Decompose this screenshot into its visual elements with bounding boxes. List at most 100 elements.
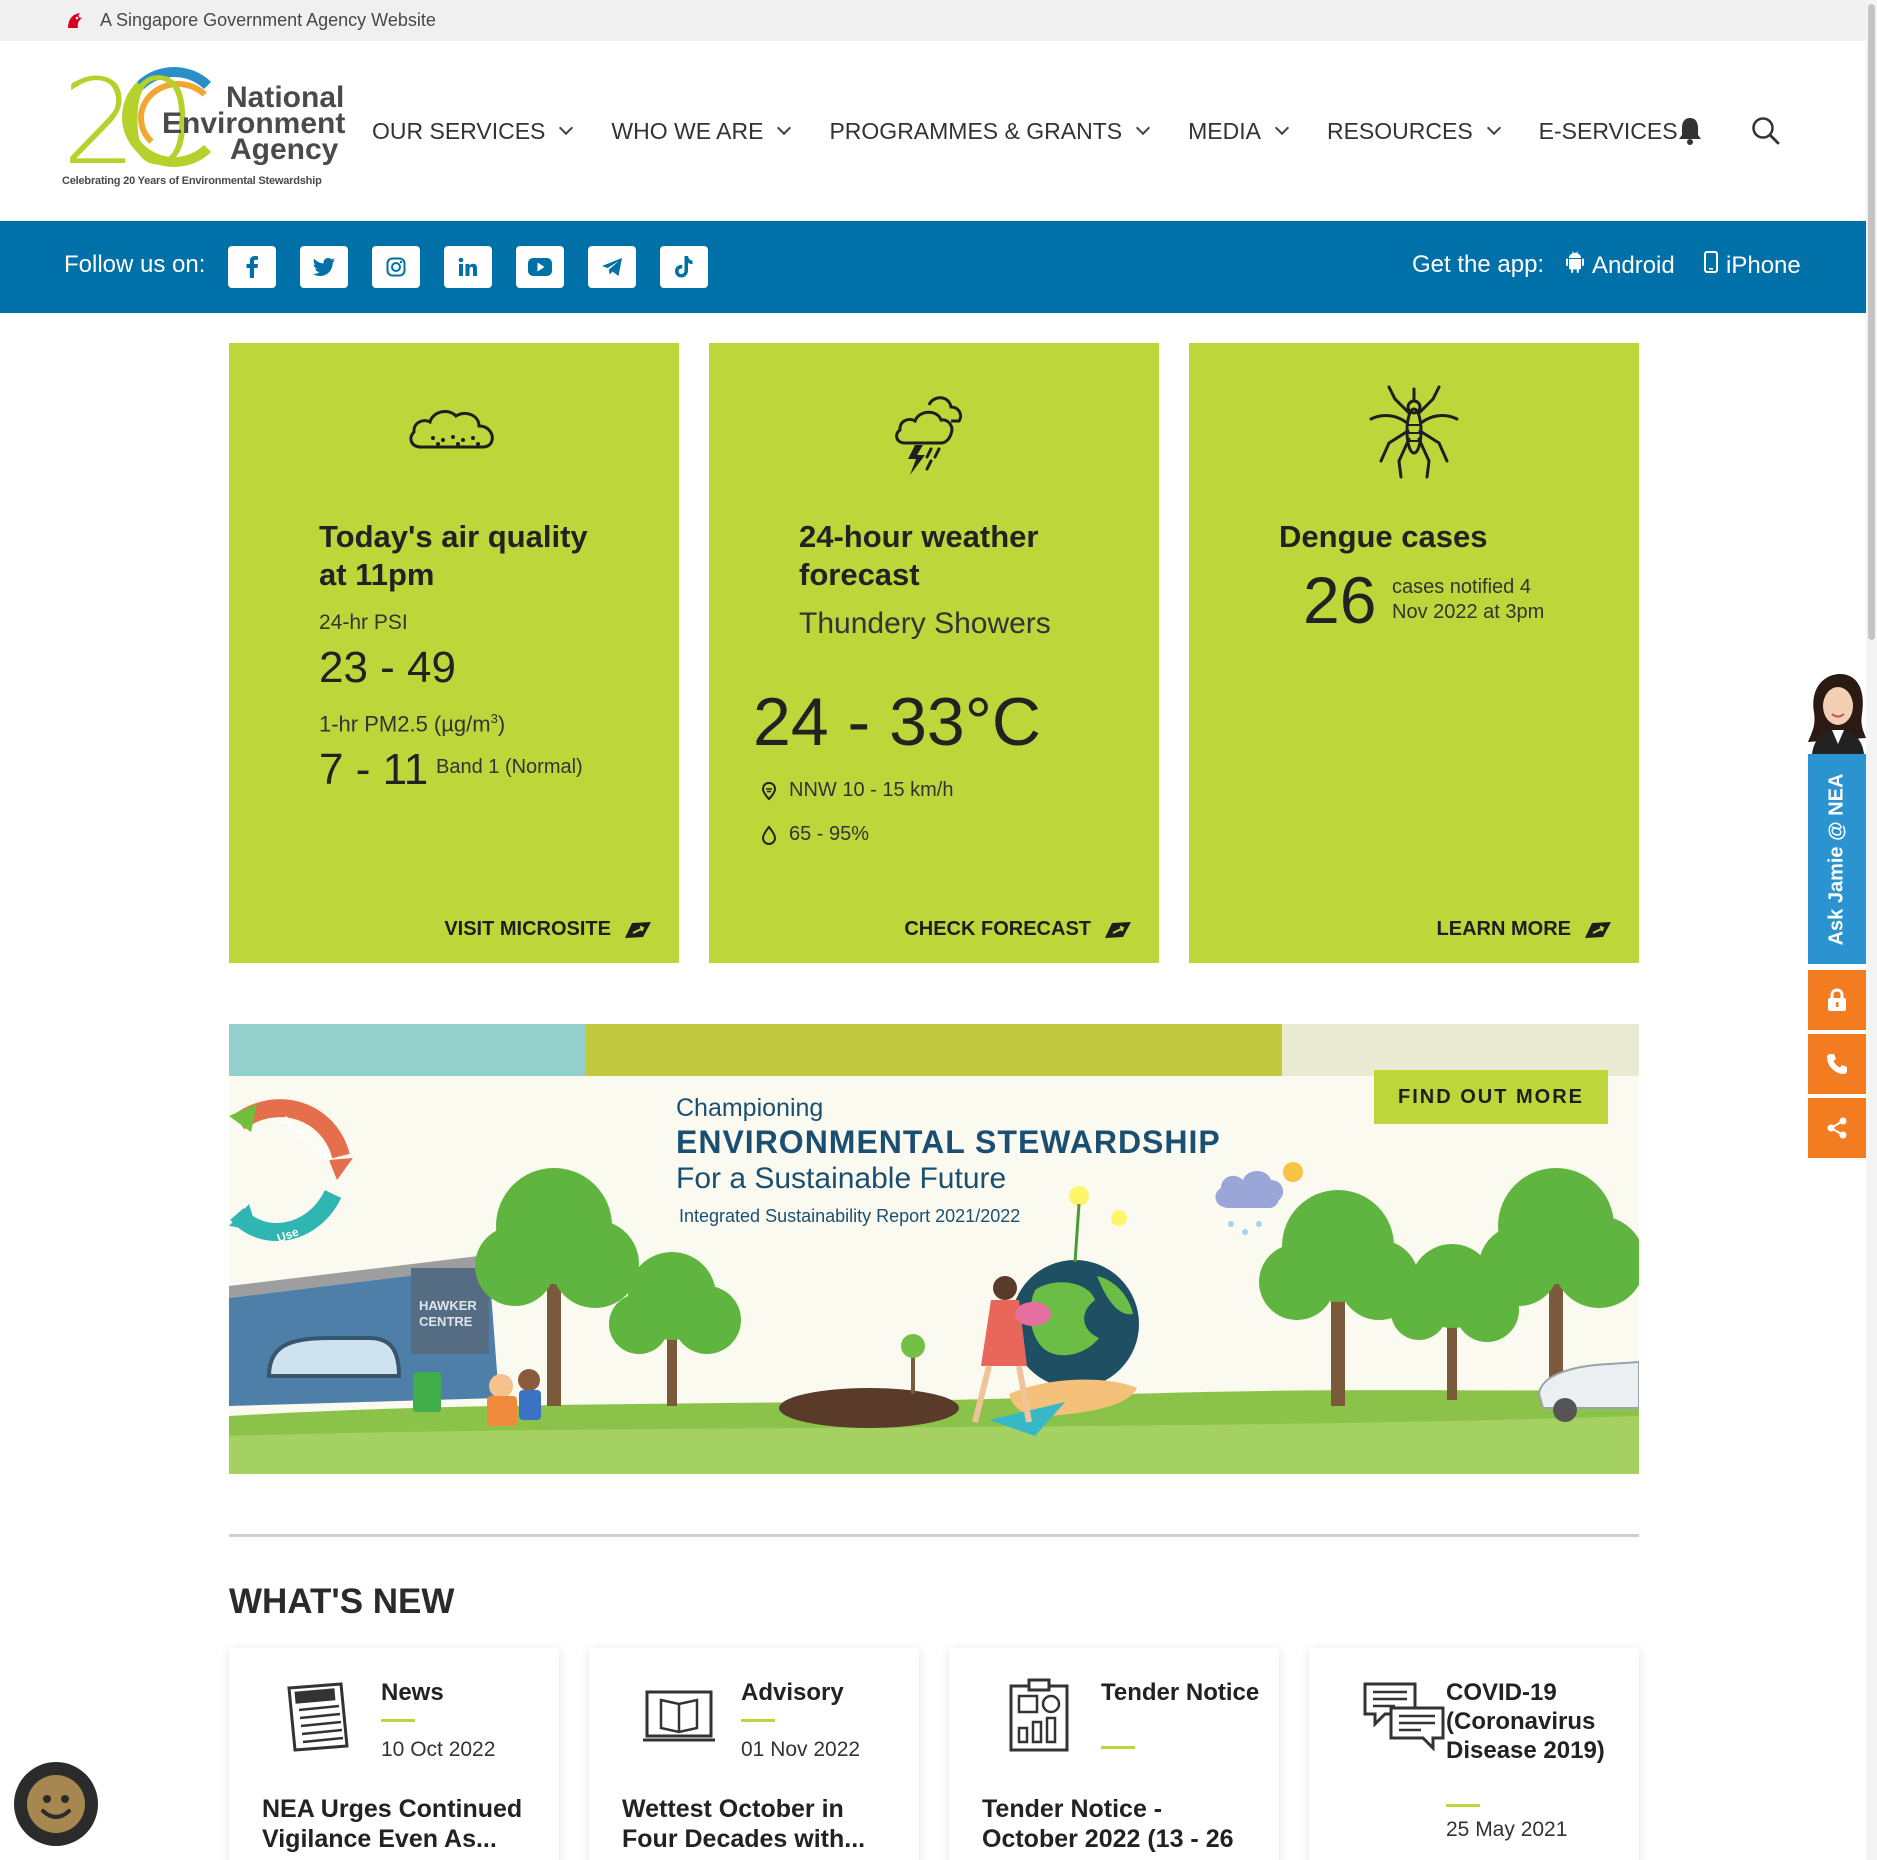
pm25-value: 7 - 11: [319, 745, 429, 794]
iphone-label: iPhone: [1726, 251, 1801, 279]
cta-label: VISIT MICROSITE: [444, 918, 611, 940]
ask-jamie-label: Ask Jamie @ NEA: [1825, 773, 1848, 945]
youtube-icon[interactable]: [516, 246, 564, 288]
nav-our-services[interactable]: OUR SERVICES: [372, 117, 574, 145]
nav-label: OUR SERVICES: [372, 117, 546, 144]
iphone-link[interactable]: iPhone: [1704, 251, 1801, 280]
news-category: COVID-19 (Coronavirus Disease 2019): [1446, 1679, 1605, 1764]
pm25-band: Band 1 (Normal): [436, 756, 583, 778]
air-quality-card: Today's air quality at 11pm 24-hr PSI 23…: [229, 343, 679, 963]
whats-new-heading: WHAT'S NEW: [229, 1582, 455, 1621]
ask-jamie-tab[interactable]: Ask Jamie @ NEA: [1808, 754, 1866, 964]
search-icon[interactable]: [1748, 113, 1784, 149]
chat-bubbles-icon: [1361, 1678, 1445, 1754]
wind-text: NNW 10 - 15 km/h: [789, 779, 954, 801]
phone-button[interactable]: [1808, 1034, 1866, 1094]
nea-logo[interactable]: 20 National Environment Agency Celebrati…: [62, 63, 345, 193]
category-underline: [381, 1719, 415, 1722]
facebook-icon[interactable]: [228, 246, 276, 288]
chevron-down-icon: [777, 120, 792, 136]
tiktok-icon[interactable]: [660, 246, 708, 288]
humidity-text: 65 - 95%: [789, 823, 870, 845]
leaf-arrow-icon: [625, 921, 651, 938]
nav-media[interactable]: MEDIA: [1188, 117, 1290, 145]
banner-stripe-olive: [586, 1024, 1282, 1076]
lock-button[interactable]: [1808, 970, 1866, 1030]
android-link[interactable]: Android: [1566, 251, 1675, 280]
category-underline: [1101, 1746, 1135, 1749]
leaf-arrow-icon: [1585, 921, 1611, 938]
whats-new-card[interactable]: COVID-19 (Coronavirus Disease 2019) 25 M…: [1309, 1648, 1639, 1860]
wind-icon: [761, 781, 777, 800]
whats-new-card[interactable]: Tender Notice Tender Notice - October 20…: [949, 1648, 1279, 1860]
cta-label: LEARN MORE: [1436, 918, 1571, 940]
android-label: Android: [1592, 251, 1675, 279]
nav-who-we-are[interactable]: WHO WE ARE: [611, 117, 792, 145]
sustainability-report-banner[interactable]: Production Use HAWKER CENTRE Championing…: [229, 1024, 1639, 1474]
chevron-down-icon: [559, 120, 574, 136]
bell-icon[interactable]: [1672, 113, 1708, 149]
logo-tagline: Celebrating 20 Years of Environmental St…: [62, 175, 322, 187]
find-out-more-button[interactable]: FIND OUT MORE: [1374, 1070, 1608, 1124]
whats-new-card[interactable]: News 10 Oct 2022 NEA Urges Continued Vig…: [229, 1648, 559, 1860]
banner-headline: ENVIRONMENTAL STEWARDSHIP: [676, 1124, 1221, 1160]
banner-subhead: For a Sustainable Future: [676, 1162, 1007, 1195]
phone-icon: [1827, 1054, 1847, 1074]
nav-label: MEDIA: [1188, 117, 1261, 144]
nav-label: PROGRAMMES & GRANTS: [829, 117, 1123, 144]
temperature-range: 24 - 33°C: [753, 684, 1042, 760]
nav-label: E-SERVICES: [1538, 117, 1678, 144]
ask-jamie-avatar[interactable]: [1808, 672, 1866, 754]
banner-kicker: Championing: [676, 1094, 824, 1122]
main-nav: OUR SERVICES WHO WE ARE PROGRAMMES & GRA…: [372, 41, 1718, 221]
psi-value: 23 - 49: [319, 643, 456, 692]
masthead-text: A Singapore Government Agency Website: [100, 10, 436, 30]
weather-title: 24-hour weather forecast: [799, 519, 1039, 592]
leaf-arrow-icon: [1105, 921, 1131, 938]
whats-new-card[interactable]: Advisory 01 Nov 2022 Wettest October in …: [589, 1648, 919, 1860]
social-bar: Follow us on: Get the app: Android iPhon…: [0, 221, 1866, 313]
chevron-down-icon: [1136, 120, 1151, 136]
clipboard-chart-icon: [1001, 1678, 1077, 1754]
instagram-icon[interactable]: [372, 246, 420, 288]
check-forecast-link[interactable]: CHECK FORECAST: [904, 918, 1133, 941]
pm25-label-text: 1-hr PM2.5 (µg/m: [319, 711, 491, 737]
scrollbar-thumb[interactable]: [1868, 4, 1875, 640]
dengue-card: Dengue cases 26 cases notified 4 Nov 202…: [1189, 343, 1639, 963]
linkedin-icon[interactable]: [444, 246, 492, 288]
book-screen-icon: [641, 1678, 717, 1754]
pm25-label-close: ): [497, 711, 506, 737]
humidity-row: 65 - 95%: [759, 823, 869, 846]
news-category: News: [381, 1679, 444, 1706]
news-category: Tender Notice: [1101, 1679, 1260, 1706]
banner-stripe-teal: [229, 1024, 586, 1076]
chatbot-launcher[interactable]: [14, 1762, 98, 1846]
learn-more-link[interactable]: LEARN MORE: [1437, 918, 1613, 941]
phone-device-icon: [1704, 251, 1718, 280]
thunder-cloud-icon: [879, 383, 989, 483]
nav-label: WHO WE ARE: [611, 117, 764, 144]
site-header: 20 National Environment Agency Celebrati…: [0, 41, 1866, 221]
smiley-face-icon: [27, 1775, 85, 1833]
nav-e-services[interactable]: E-SERVICES: [1539, 118, 1678, 145]
nav-programmes-grants[interactable]: PROGRAMMES & GRANTS: [829, 117, 1151, 145]
gov-masthead: A Singapore Government Agency Website: [0, 0, 1866, 41]
nav-resources[interactable]: RESOURCES: [1327, 118, 1501, 145]
dengue-count: 26: [1303, 563, 1377, 637]
pm25-label-sup: 3: [490, 711, 498, 726]
news-date: 25 May 2021: [1446, 1818, 1568, 1841]
visit-microsite-link[interactable]: VISIT MICROSITE: [444, 918, 653, 941]
newspaper-icon: [281, 1678, 357, 1754]
twitter-icon[interactable]: [300, 246, 348, 288]
chevron-down-icon: [1274, 120, 1290, 136]
news-headline: NEA Urges Continued Vigilance Even As...: [262, 1795, 523, 1853]
share-button[interactable]: [1808, 1098, 1866, 1158]
telegram-icon[interactable]: [588, 246, 636, 288]
get-app-label: Get the app:: [1412, 251, 1545, 278]
logo-line-agency: Agency: [230, 133, 339, 166]
news-date: 01 Nov 2022: [741, 1738, 861, 1761]
weather-card: 24-hour weather forecast Thundery Shower…: [709, 343, 1159, 963]
page-scrollbar[interactable]: [1866, 0, 1877, 1860]
building-sign-line2: CENTRE: [419, 1314, 473, 1329]
air-quality-title: Today's air quality at 11pm: [319, 519, 588, 592]
